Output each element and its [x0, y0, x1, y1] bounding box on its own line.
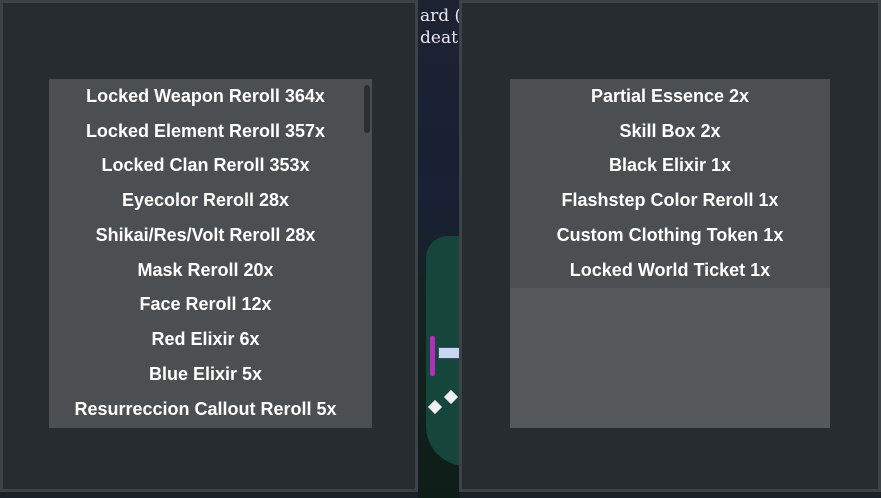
scene-text-2: deat [420, 28, 458, 48]
list-item[interactable]: Custom Clothing Token 1x [510, 218, 830, 252]
list-item[interactable]: Flashstep Color Reroll 1x [510, 183, 830, 217]
inventory-panel-left: Locked Weapon Reroll 364x Locked Element… [0, 0, 418, 492]
game-scene-background: ard ( deat [418, 0, 460, 498]
list-item[interactable]: Locked Weapon Reroll 364x [49, 79, 362, 113]
list-item[interactable]: Red Elixir 6x [49, 322, 362, 356]
list-item[interactable]: Resurreccion Callout Reroll 5x [49, 392, 362, 426]
list-item[interactable]: Partial Essence 2x [510, 79, 830, 113]
inventory-panel-right: Partial Essence 2x Skill Box 2x Black El… [459, 0, 881, 492]
inventory-list-right[interactable]: Partial Essence 2x Skill Box 2x Black El… [510, 79, 830, 428]
list-item[interactable]: Mask Reroll 20x [49, 253, 362, 287]
scroll-thumb[interactable] [364, 85, 370, 133]
list-item[interactable]: Locked Clan Reroll 353x [49, 148, 362, 182]
scrollbar[interactable] [362, 79, 372, 428]
empty-list-area [510, 288, 830, 428]
list-item[interactable]: Face Reroll 12x [49, 287, 362, 321]
list-item[interactable]: Skill Box 2x [510, 114, 830, 148]
list-item[interactable]: Shikai/Res/Volt Reroll 28x [49, 218, 362, 252]
list-item[interactable]: Locked World Ticket 1x [510, 253, 830, 287]
scene-text-1: ard ( [420, 6, 460, 26]
inventory-list-left[interactable]: Locked Weapon Reroll 364x Locked Element… [49, 79, 372, 428]
scene-chip [438, 347, 460, 359]
list-item[interactable]: Eyecolor Reroll 28x [49, 183, 362, 217]
list-item[interactable]: Black Elixir 1x [510, 148, 830, 182]
scene-magenta-marker [430, 336, 435, 376]
list-item[interactable]: Blue Elixir 5x [49, 357, 362, 391]
list-item[interactable]: Locked Element Reroll 357x [49, 114, 362, 148]
